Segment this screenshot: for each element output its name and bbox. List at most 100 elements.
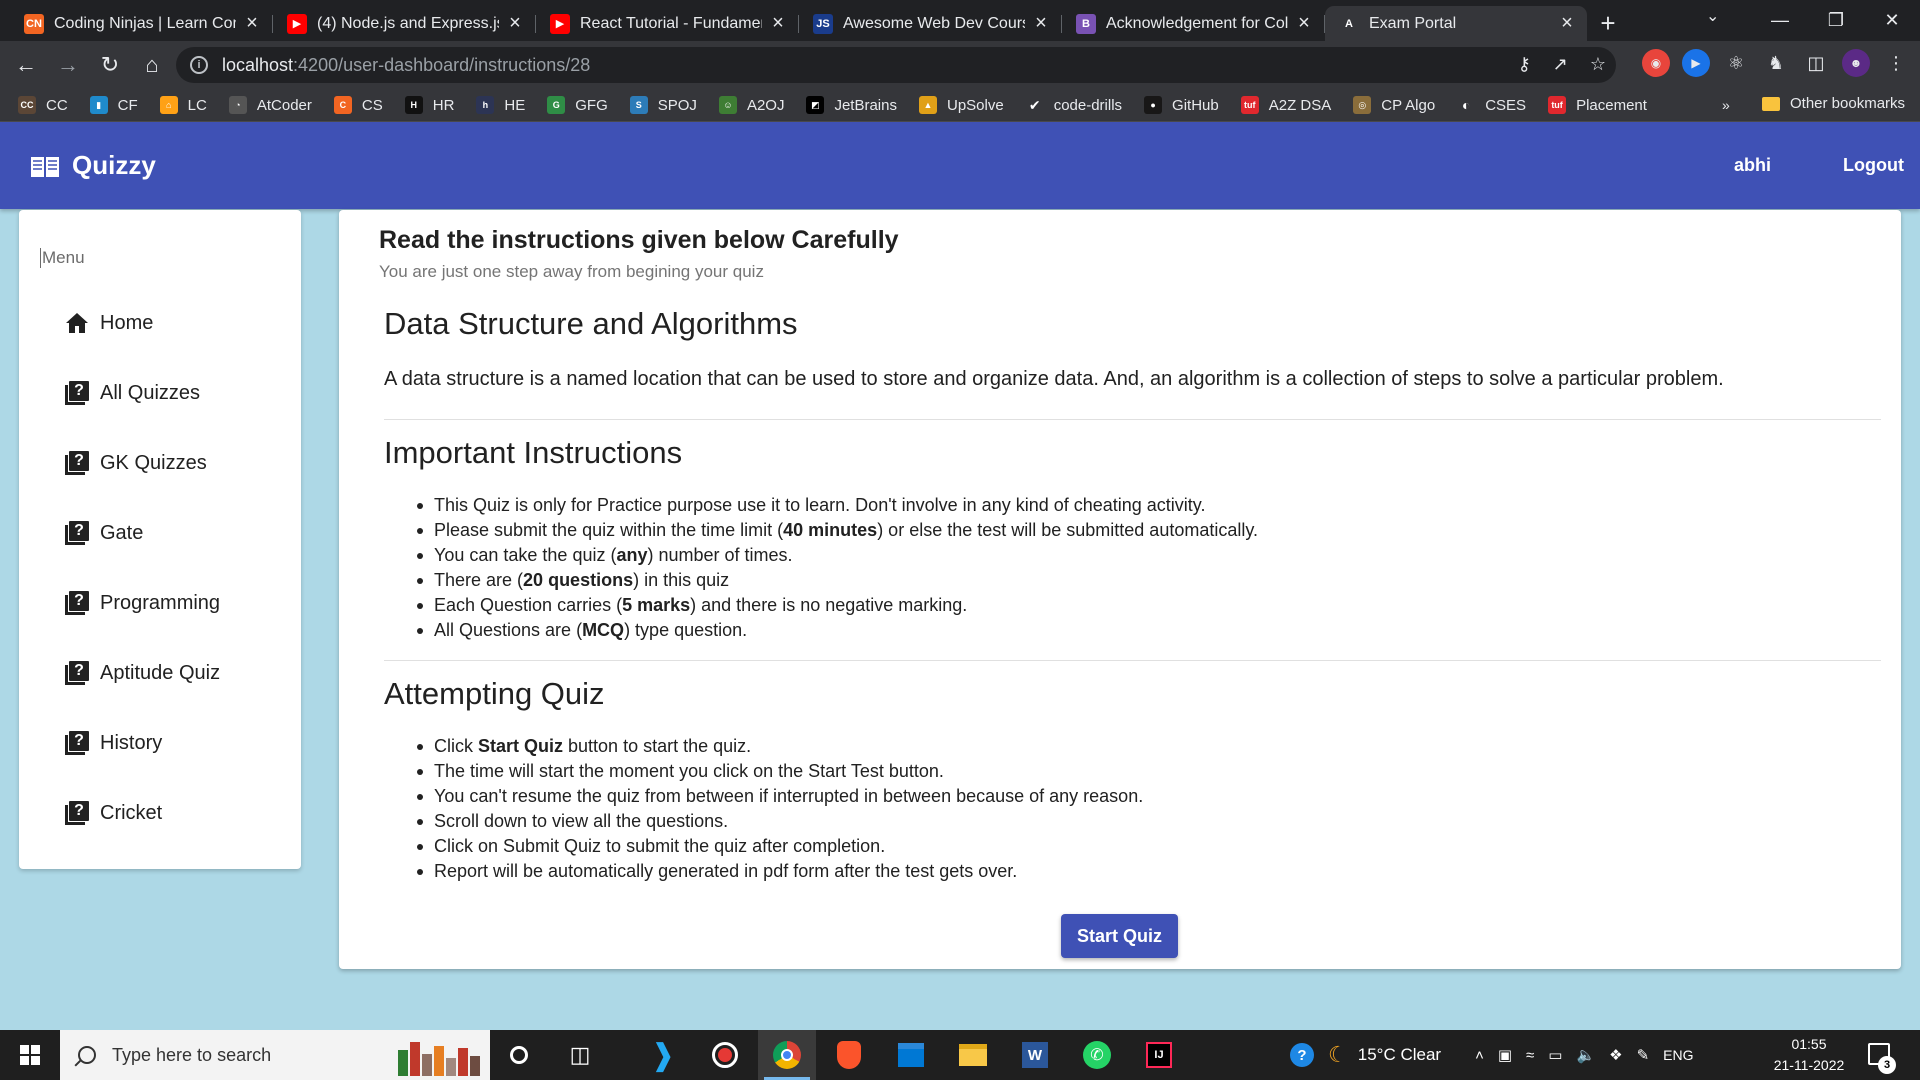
extensions-puzzle-icon[interactable]: ♞ — [1762, 49, 1790, 77]
browser-tab[interactable]: A Exam Portal × — [1325, 6, 1587, 41]
cortana-icon[interactable] — [490, 1030, 548, 1080]
bookmark-item[interactable]: tuf Placement — [1548, 96, 1647, 114]
start-button[interactable] — [0, 1030, 60, 1080]
bookmark-item[interactable]: S SPOJ — [629, 96, 697, 114]
extension-react-icon[interactable]: ⚛ — [1722, 49, 1750, 77]
minimize-icon[interactable]: — — [1752, 0, 1808, 41]
close-window-icon[interactable]: ✕ — [1864, 0, 1920, 41]
bookmark-item[interactable]: ⌂ LC — [159, 96, 207, 114]
divider — [384, 660, 1881, 661]
clock[interactable]: 01:55 21-11-2022 — [1768, 1034, 1850, 1076]
dropbox-icon[interactable]: ❖ — [1609, 1046, 1622, 1064]
file-explorer-icon[interactable] — [944, 1030, 1002, 1080]
bookmark-item[interactable]: ▲ UpSolve — [918, 96, 1004, 114]
instruction-text: Scroll down to view all the questions. — [434, 811, 729, 831]
restore-icon[interactable]: ❐ — [1808, 0, 1864, 41]
bookmark-item[interactable]: C CS — [333, 96, 383, 114]
user-name-link[interactable]: abhi — [1734, 155, 1771, 176]
weather-moon-icon[interactable]: ☾ — [1328, 1042, 1348, 1068]
bookmark-item[interactable]: h HE — [476, 96, 525, 114]
share-icon[interactable]: ↗ — [1553, 54, 1568, 75]
instruction-item: Click on Submit Quiz to submit the quiz … — [416, 834, 1143, 859]
tab-search-icon[interactable]: ⌄ — [1706, 6, 1719, 26]
sidebar-item-home[interactable]: Home — [64, 308, 153, 338]
close-tab-icon[interactable]: × — [1031, 12, 1051, 35]
address-bar[interactable]: i localhost:4200/user-dashboard/instruct… — [176, 47, 1616, 83]
bookmark-item[interactable]: ◩ JetBrains — [806, 96, 897, 114]
sidebar-item-aptitude-quiz[interactable]: ? Aptitude Quiz — [64, 658, 220, 688]
pen-icon[interactable]: ✎ — [1637, 1046, 1650, 1064]
site-info-icon[interactable]: i — [190, 56, 208, 74]
bookmark-item[interactable]: ☺ A2OJ — [718, 96, 784, 114]
back-arrow-icon[interactable]: ← — [6, 45, 46, 85]
home-button-icon[interactable]: ⌂ — [132, 45, 172, 85]
close-tab-icon[interactable]: × — [1557, 12, 1577, 35]
bookmark-item[interactable]: G GFG — [547, 96, 608, 114]
close-tab-icon[interactable]: × — [1294, 12, 1314, 35]
key-icon[interactable]: ⚷ — [1518, 54, 1531, 75]
bookmark-item[interactable]: H HR — [404, 96, 454, 114]
language-indicator[interactable]: ENG — [1663, 1047, 1693, 1063]
task-view-icon[interactable]: ◫ — [551, 1030, 609, 1080]
instruction-text: ) or else the test will be submitted aut… — [877, 520, 1259, 540]
logout-button[interactable]: Logout — [1843, 155, 1904, 176]
browser-tab[interactable]: JS Awesome Web Dev Courses × — [799, 6, 1062, 41]
sidebar-item-gate[interactable]: ? Gate — [64, 518, 143, 548]
close-tab-icon[interactable]: × — [505, 12, 525, 35]
brand-logo[interactable]: Quizzy — [30, 150, 156, 181]
whatsapp-app-icon[interactable]: ✆ — [1068, 1030, 1126, 1080]
show-hidden-icons[interactable]: ˄ — [1475, 1047, 1484, 1064]
extension-colorful-icon[interactable]: ◉ — [1642, 49, 1670, 77]
browser-tab[interactable]: ▶ (4) Node.js and Express.js - × — [273, 6, 536, 41]
bookmark-label: GitHub — [1172, 96, 1219, 114]
extension-play-icon[interactable]: ▶ — [1682, 49, 1710, 77]
battery-icon[interactable]: ▭ — [1548, 1046, 1562, 1064]
volume-icon[interactable]: 🔈 — [1576, 1046, 1595, 1064]
other-bookmarks-folder[interactable]: Other bookmarks — [1762, 95, 1905, 112]
instruction-text: Click on Submit Quiz to submit the quiz … — [434, 836, 886, 856]
sidebar-item-history[interactable]: ? History — [64, 728, 162, 758]
bookmark-favicon-icon: ◐ — [1461, 97, 1471, 113]
sidebar-item-all-quizzes[interactable]: ? All Quizzes — [64, 378, 200, 408]
browser-tab[interactable]: B Acknowledgement for Colle × — [1062, 6, 1325, 41]
side-panel-icon[interactable]: ◫ — [1802, 49, 1830, 77]
browser-tab[interactable]: ▶ React Tutorial - Fundament × — [536, 6, 799, 41]
reload-icon[interactable]: ↻ — [90, 45, 130, 85]
bookmark-item[interactable]: ✔ code-drills — [1026, 96, 1122, 114]
help-icon[interactable]: ? — [1290, 1043, 1314, 1067]
store-app-icon[interactable] — [882, 1030, 940, 1080]
start-quiz-button[interactable]: Start Quiz — [1061, 914, 1178, 958]
bookmark-item[interactable]: CC CC — [18, 96, 68, 114]
chrome-app-icon[interactable] — [758, 1030, 816, 1080]
sidebar-item-programming[interactable]: ? Programming — [64, 588, 220, 618]
youtube-favicon-icon: ▶ — [287, 13, 307, 34]
intellij-app-icon[interactable]: IJ — [1130, 1030, 1188, 1080]
bookmark-item[interactable]: tuf A2Z DSA — [1240, 96, 1331, 114]
bookmark-item[interactable]: ◔ AtCoder — [228, 96, 312, 114]
bookmark-item[interactable]: ● GitHub — [1144, 96, 1219, 114]
tray-app-icon[interactable]: ▣ — [1498, 1046, 1512, 1064]
brave-app-icon[interactable] — [820, 1030, 878, 1080]
bookmarks-overflow-button[interactable]: » — [1722, 97, 1730, 113]
vscode-app-icon[interactable]: ❱ — [634, 1030, 692, 1080]
star-bookmark-icon[interactable]: ☆ — [1590, 54, 1606, 75]
sidebar-item-cricket[interactable]: ? Cricket — [64, 798, 162, 828]
bookmark-item[interactable]: ▮ CF — [89, 96, 138, 114]
recorder-app-icon[interactable] — [696, 1030, 754, 1080]
bookmark-item[interactable]: ◎ CP Algo — [1353, 96, 1435, 114]
browser-tab[interactable]: CN Coding Ninjas | Learn Comp × — [10, 6, 273, 41]
quiz-icon: ? — [64, 520, 90, 546]
taskbar-search-box[interactable]: Type here to search — [60, 1030, 490, 1080]
weather-text[interactable]: 15°C Clear — [1358, 1045, 1441, 1065]
sidebar-item-gk-quizzes[interactable]: ? GK Quizzes — [64, 448, 207, 478]
folder-icon — [1762, 96, 1780, 111]
word-app-icon[interactable]: W — [1006, 1030, 1064, 1080]
browser-menu-icon[interactable]: ⋮ — [1882, 49, 1910, 77]
close-tab-icon[interactable]: × — [768, 12, 788, 35]
profile-avatar-icon[interactable]: ☻ — [1842, 49, 1870, 77]
forward-arrow-icon[interactable]: → — [48, 45, 88, 85]
bookmark-item[interactable]: ◐ CSES — [1457, 96, 1526, 114]
close-tab-icon[interactable]: × — [242, 12, 262, 35]
wifi-icon[interactable]: ≈ — [1526, 1047, 1534, 1064]
new-tab-button[interactable]: + — [1588, 6, 1628, 41]
